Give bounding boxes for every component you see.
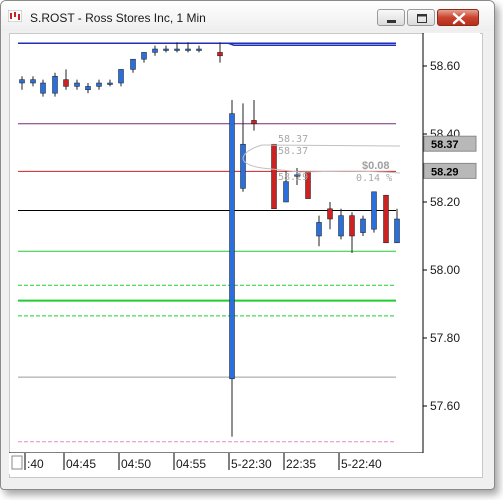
time-tick-label: 22:35 — [286, 457, 316, 471]
candle-up[interactable] — [19, 79, 25, 84]
candle-up[interactable] — [152, 48, 158, 53]
candle-up[interactable] — [229, 113, 235, 380]
candle-down[interactable] — [63, 79, 69, 87]
candle-up[interactable] — [240, 143, 246, 189]
candle-up[interactable] — [185, 48, 191, 51]
overlay-upper-label: 58.37 — [278, 134, 308, 145]
candle-up[interactable] — [74, 82, 80, 87]
overlay-mid-label: 58.29 — [278, 172, 308, 183]
time-tick-label: 04:45 — [66, 457, 96, 471]
overlay-upper-label-2: 58.37 — [278, 146, 308, 157]
time-axis-scroll-handle[interactable] — [11, 455, 23, 470]
candle-up[interactable] — [130, 58, 136, 70]
candle-down[interactable] — [251, 120, 257, 125]
candle-up[interactable] — [85, 86, 91, 91]
candle-down[interactable] — [383, 194, 389, 244]
price-tick-label: 57.60 — [430, 399, 460, 413]
candle-up[interactable] — [141, 52, 147, 60]
time-tick-label: 5-22:30 — [231, 457, 272, 471]
candle-up[interactable] — [371, 191, 377, 230]
candle-up[interactable] — [174, 48, 180, 51]
candle-up[interactable] — [316, 222, 322, 237]
price-tag-label: 58.37 — [431, 139, 459, 151]
price-tick-label: 58.60 — [430, 59, 460, 73]
candlestick-chart[interactable]: 58.37 58.37 58.29 $0.08 0.14 % 58.6058.4… — [0, 0, 503, 500]
candle-up[interactable] — [196, 48, 202, 51]
time-tick-label: :40 — [27, 457, 44, 471]
time-tick-label: 04:50 — [121, 457, 151, 471]
candle-up[interactable] — [394, 218, 400, 244]
candle-down[interactable] — [327, 208, 333, 220]
candle-down[interactable] — [217, 52, 223, 57]
price-axis[interactable] — [424, 33, 480, 453]
candle-down[interactable] — [349, 215, 355, 237]
candle-down[interactable] — [271, 143, 277, 210]
change-value-label: $0.08 — [362, 160, 390, 172]
price-tick-label: 58.00 — [430, 263, 460, 277]
time-tick-label: 5-22:40 — [341, 457, 382, 471]
candle-up[interactable] — [163, 48, 169, 51]
candle-up[interactable] — [360, 218, 366, 233]
price-tick-label: 58.20 — [430, 195, 460, 209]
candle-up[interactable] — [283, 181, 289, 203]
candle-up[interactable] — [30, 79, 36, 84]
candle-up[interactable] — [107, 82, 113, 85]
candle-up[interactable] — [96, 82, 102, 87]
candle-up[interactable] — [118, 69, 124, 84]
candle-up[interactable] — [52, 75, 58, 94]
time-tick-label: 04:55 — [176, 457, 206, 471]
price-tick-label: 57.80 — [430, 331, 460, 345]
candle-up[interactable] — [338, 215, 344, 237]
change-pct-label: 0.14 % — [356, 173, 392, 184]
candle-up[interactable] — [40, 82, 46, 94]
price-tag-label: 58.29 — [431, 166, 459, 178]
